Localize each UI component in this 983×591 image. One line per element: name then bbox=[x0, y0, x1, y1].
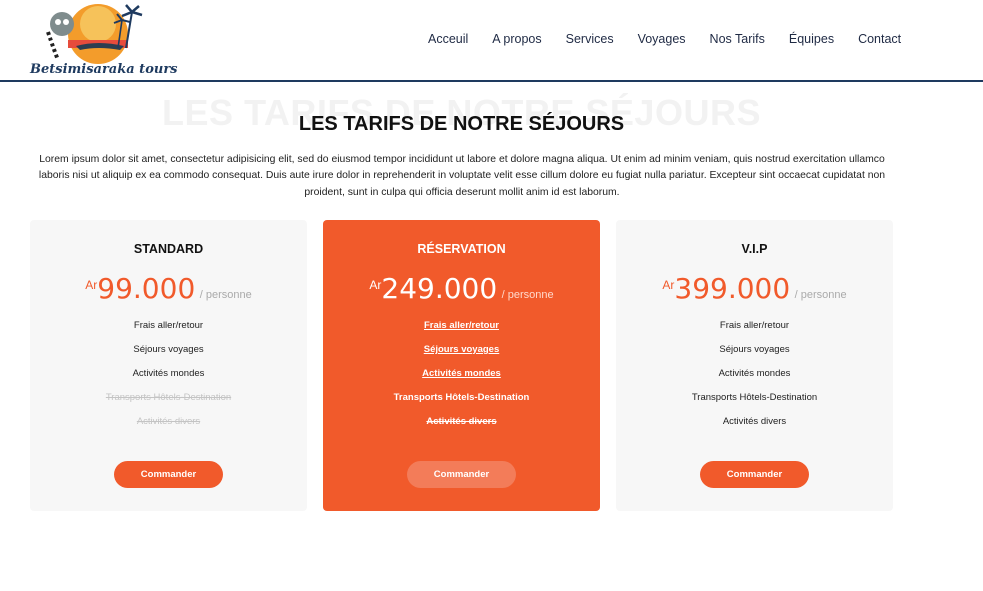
feature-item: Transports Hôtels-Destination bbox=[691, 392, 818, 403]
pricing-card-standard: STANDARD Ar99.000 / personne Frais aller… bbox=[30, 220, 307, 511]
site-header: Betsimisaraka tours Acceuil A propos Ser… bbox=[0, 0, 983, 82]
price-currency: Ar bbox=[662, 278, 675, 292]
feature-item: Frais aller/retour bbox=[133, 320, 204, 331]
price-amount: 249.000 bbox=[381, 272, 498, 305]
feature-item: Activités mondes bbox=[132, 368, 205, 379]
plan-name: V.I.P bbox=[741, 242, 768, 256]
brand-logo[interactable]: Betsimisaraka tours bbox=[30, 2, 177, 78]
brand-name: Betsimisaraka tours bbox=[30, 62, 178, 77]
nav-acceuil[interactable]: Acceuil bbox=[428, 32, 468, 46]
nav-equipes[interactable]: Équipes bbox=[789, 32, 834, 46]
plan-features: Frais aller/retour Séjours voyages Activ… bbox=[30, 320, 307, 440]
price-amount: 99.000 bbox=[97, 272, 196, 305]
nav-contact[interactable]: Contact bbox=[858, 32, 901, 46]
feature-item: Activités mondes bbox=[718, 368, 791, 379]
price-unit: / personne bbox=[794, 289, 847, 301]
order-button-reservation[interactable]: Commander bbox=[407, 461, 516, 488]
feature-item: Frais aller/retour bbox=[719, 320, 790, 331]
pricing-card-reservation: RÉSERVATION Ar249.000 / personne Frais a… bbox=[323, 220, 600, 511]
plan-features: Frais aller/retour Séjours voyages Activ… bbox=[616, 320, 893, 440]
feature-item: Activités divers bbox=[722, 416, 787, 427]
section-title: LES TARIFS DE NOTRE SÉJOURS bbox=[298, 113, 625, 135]
order-button-standard[interactable]: Commander bbox=[114, 461, 223, 488]
feature-item: Séjours voyages bbox=[423, 344, 500, 355]
feature-item: Activités mondes bbox=[422, 368, 501, 379]
feature-item: Séjours voyages bbox=[719, 344, 790, 355]
plan-price: Ar99.000 / personne bbox=[30, 272, 307, 305]
main-nav: Acceuil A propos Services Voyages Nos Ta… bbox=[416, 32, 913, 46]
feature-item: Frais aller/retour bbox=[424, 320, 499, 331]
price-currency: Ar bbox=[85, 278, 98, 292]
feature-item: Séjours voyages bbox=[133, 344, 204, 355]
section-intro: Lorem ipsum dolor sit amet, consectetur … bbox=[38, 154, 886, 198]
feature-item-excluded: Transports Hôtels-Destination bbox=[105, 392, 232, 403]
feature-item: Transports Hôtels-Destination bbox=[393, 392, 530, 403]
plan-name: STANDARD bbox=[133, 242, 204, 256]
plan-name: RÉSERVATION bbox=[417, 242, 506, 256]
price-currency: Ar bbox=[369, 278, 382, 292]
price-unit: / personne bbox=[501, 289, 554, 301]
plan-price: Ar249.000 / personne bbox=[323, 272, 600, 305]
feature-item-excluded: Activités divers bbox=[136, 416, 201, 427]
nav-nos-tarifs[interactable]: Nos Tarifs bbox=[710, 32, 765, 46]
plan-price: Ar399.000 / personne bbox=[616, 272, 893, 305]
plan-features: Frais aller/retour Séjours voyages Activ… bbox=[323, 320, 600, 440]
price-unit: / personne bbox=[199, 289, 252, 301]
nav-voyages[interactable]: Voyages bbox=[638, 32, 686, 46]
nav-services[interactable]: Services bbox=[566, 32, 614, 46]
feature-item-excluded: Activités divers bbox=[426, 416, 497, 427]
pricing-card-vip: V.I.P Ar399.000 / personne Frais aller/r… bbox=[616, 220, 893, 511]
price-amount: 399.000 bbox=[674, 272, 791, 305]
order-button-vip[interactable]: Commander bbox=[700, 461, 809, 488]
nav-a-propos[interactable]: A propos bbox=[492, 32, 541, 46]
logo-emblem-icon bbox=[46, 4, 143, 64]
